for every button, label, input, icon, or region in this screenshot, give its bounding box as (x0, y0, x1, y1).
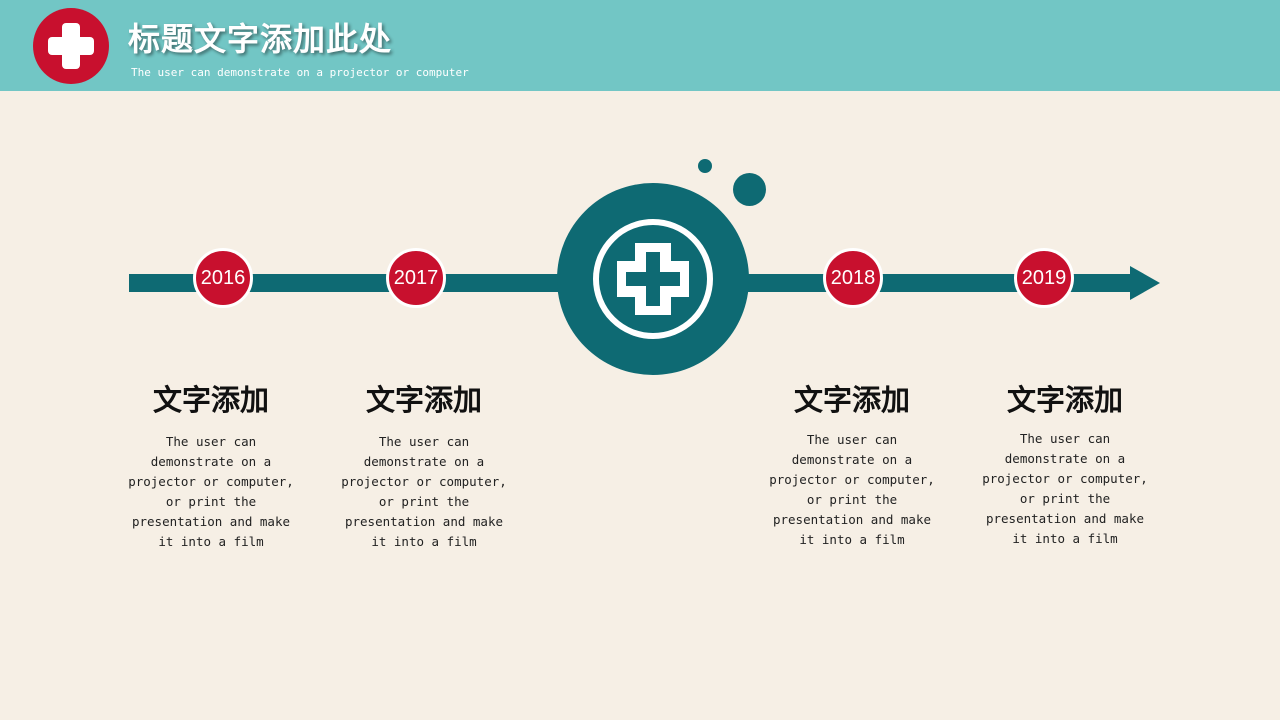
year-marker-2016: 2016 (193, 248, 253, 308)
cross-inner-vertical (646, 252, 660, 306)
page-subtitle: The user can demonstrate on a projector … (131, 66, 469, 79)
arrow-head-icon (1130, 266, 1160, 300)
plus-cross-icon (33, 8, 109, 84)
milestone-block-2017: 文字添加 The user can demonstrate on a proje… (339, 382, 509, 552)
logo-cross-vertical (62, 23, 80, 69)
page-title: 标题文字添加此处 (128, 20, 393, 58)
milestone-heading: 文字添加 (1006, 383, 1123, 417)
decorative-dot-small (698, 159, 712, 173)
milestone-description: The user can demonstrate on a projector … (982, 431, 1148, 546)
milestone-heading: 文字添加 (365, 383, 482, 417)
milestone-heading: 文字添加 (793, 383, 910, 417)
medical-cross-icon (557, 183, 749, 375)
milestone-heading: 文字添加 (152, 383, 269, 417)
milestone-block-2018: 文字添加 The user can demonstrate on a proje… (767, 382, 937, 550)
year-marker-2019: 2019 (1014, 248, 1074, 308)
year-marker-2018: 2018 (823, 248, 883, 308)
milestone-description: The user can demonstrate on a projector … (341, 434, 507, 549)
milestone-description: The user can demonstrate on a projector … (769, 432, 935, 547)
year-marker-2017: 2017 (386, 248, 446, 308)
milestone-block-2019: 文字添加 The user can demonstrate on a proje… (980, 382, 1150, 549)
milestone-description: The user can demonstrate on a projector … (128, 434, 294, 549)
header-bar: 标题文字添加此处 The user can demonstrate on a p… (0, 0, 1280, 91)
decorative-dot-large (733, 173, 766, 206)
milestone-block-2016: 文字添加 The user can demonstrate on a proje… (126, 382, 296, 552)
